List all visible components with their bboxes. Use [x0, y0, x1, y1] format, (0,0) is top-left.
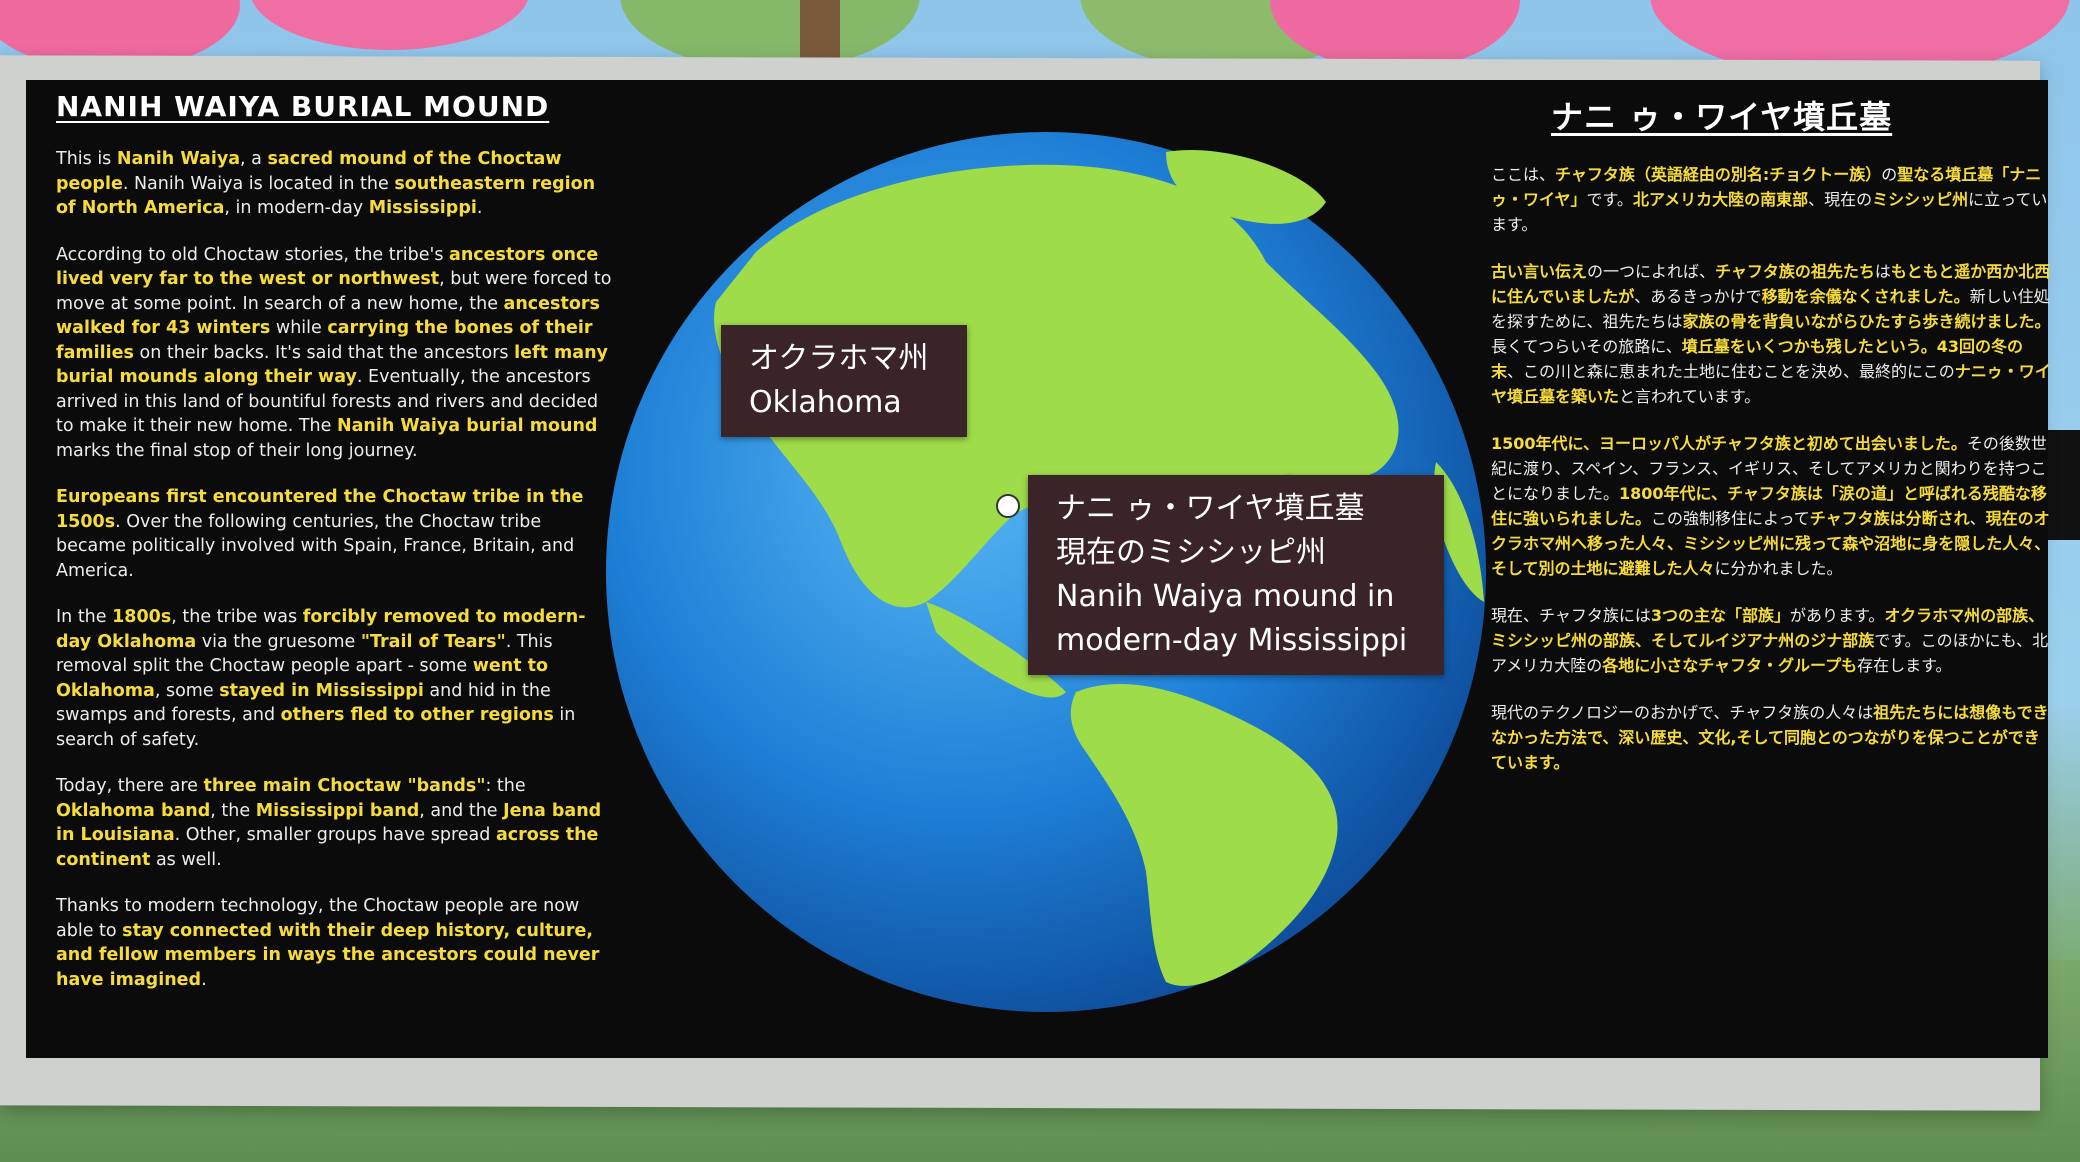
highlighted-text: 墳丘墓をいくつかも残したという。 — [1681, 337, 1937, 356]
highlighted-text: 古い言い伝え — [1491, 262, 1588, 281]
body-text: . Other, smaller groups have spread — [174, 825, 496, 845]
body-text: 、現在の — [1808, 190, 1873, 209]
japanese-paragraphs: ここは、チャフタ族（英語経由の別名:チョクトー族）の聖なる墳丘墓「ナニゥ・ワイヤ… — [1491, 162, 2051, 775]
body-text: の一つによれば、 — [1587, 262, 1716, 281]
highlighted-text: 各地に小さなチャフタ・グループも — [1602, 656, 1858, 675]
paragraph: 1500年代に、ヨーロッパ人がチャフタ族と初めて出会いました。その後数世紀に渡り… — [1491, 431, 2051, 581]
japanese-title: ナニ ゥ・ワイヤ墳丘墓 — [1551, 98, 1893, 136]
mound-label-ja-1: ナニ ゥ・ワイヤ墳丘墓 — [1056, 491, 1365, 526]
highlighted-text: 移動を余儀なくされました。 — [1761, 287, 1970, 306]
body-text: . Over the following centuries, the Choc… — [56, 511, 575, 581]
paragraph: According to old Choctaw stories, the tr… — [56, 243, 616, 464]
body-text: の — [1881, 165, 1898, 184]
body-text: In the — [56, 607, 113, 627]
paragraph: In the 1800s, the tribe was forcibly rem… — [56, 605, 616, 752]
body-text: があります。 — [1789, 606, 1885, 625]
body-text: , some — [154, 680, 220, 701]
body-text: 現代のテクノロジーのおかげで、チャフタ族の人々は — [1491, 703, 1874, 722]
body-text: この強制移住によって — [1651, 509, 1810, 528]
adjacent-board — [2048, 430, 2080, 540]
highlighted-text: three main Choctaw "bands" — [203, 776, 486, 796]
highlighted-text: 1500年代に、ヨーロッパ人がチャフタ族と初めて出会いました。 — [1491, 434, 1967, 453]
paragraph: This is Nanih Waiya, a sacred mound of t… — [56, 147, 616, 221]
highlighted-text: 3つの主な「部族」 — [1650, 606, 1790, 625]
body-text: . — [201, 969, 207, 990]
info-board: NANIH WAIYA BURIAL MOUND This is Nanih W… — [26, 80, 2051, 1058]
body-text: 、この川と森に恵まれた土地に住むことを決め、最終的にこの — [1507, 362, 1955, 381]
highlighted-text: 家族の骨を背負いながらひたすら歩き続けました。 — [1682, 312, 2051, 331]
highlighted-text: チャフタ族の祖先たち — [1715, 262, 1875, 281]
highlighted-text: ミシシッピ州 — [1872, 190, 1969, 209]
body-text: , a — [240, 149, 268, 169]
body-text: This is — [56, 149, 117, 169]
paragraph: ここは、チャフタ族（英語経由の別名:チョクトー族）の聖なる墳丘墓「ナニゥ・ワイヤ… — [1491, 162, 2051, 237]
highlighted-text: stay connected with their deep history, … — [56, 920, 600, 990]
body-text: as well. — [150, 849, 222, 870]
body-text: と言われています。 — [1619, 387, 1761, 406]
body-text: です。 — [1586, 190, 1633, 209]
body-text: Today, there are — [56, 776, 204, 796]
game-scene: NANIH WAIYA BURIAL MOUND This is Nanih W… — [0, 0, 2080, 1162]
oklahoma-label: オクラホマ州 Oklahoma — [721, 325, 967, 437]
body-text: marks the final stop of their long journ… — [56, 440, 418, 461]
body-text: : the — [485, 776, 526, 796]
body-text: while — [270, 318, 328, 338]
highlighted-text: Nanih Waiya burial mound — [336, 416, 598, 436]
mound-label-en-1: Nanih Waiya mound in — [1056, 579, 1395, 614]
body-text: According to old Choctaw stories, the tr… — [56, 244, 450, 265]
body-text: , the — [210, 800, 256, 821]
body-text: 長くてつらいその旅路に、 — [1491, 337, 1682, 356]
highlighted-text: Oklahoma band — [56, 800, 211, 821]
paragraph: Europeans first encountered the Choctaw … — [56, 485, 616, 583]
mound-label: ナニ ゥ・ワイヤ墳丘墓 現在のミシシッピ州 Nanih Waiya mound … — [1028, 475, 1444, 675]
english-paragraphs: This is Nanih Waiya, a sacred mound of t… — [56, 147, 616, 992]
english-title: NANIH WAIYA BURIAL MOUND — [56, 90, 550, 123]
body-text: ここは、 — [1491, 165, 1556, 184]
highlighted-text: stayed in Mississippi — [219, 680, 424, 701]
body-text: 、 — [1969, 509, 1986, 528]
body-text: に分かれました。 — [1714, 559, 1843, 578]
highlighted-text: others fled to other regions — [280, 705, 554, 725]
body-text: on their backs. It's said that the ances… — [133, 342, 515, 363]
body-text: 存在します。 — [1857, 656, 1952, 675]
highlighted-text: Mississippi — [368, 198, 477, 218]
highlighted-text: "Trail of Tears" — [360, 631, 506, 652]
english-panel: NANIH WAIYA BURIAL MOUND This is Nanih W… — [56, 90, 616, 1014]
oklahoma-label-ja: オクラホマ州 — [749, 341, 929, 376]
paragraph: 現在、チャフタ族には3つの主な「部族」があります。オクラホマ州の部族、ミシシッピ… — [1491, 603, 2051, 678]
body-text: , in modern-day — [224, 198, 369, 218]
oklahoma-marker[interactable] — [996, 494, 1020, 518]
highlighted-text: 1800s — [112, 607, 172, 627]
highlighted-text: チャフタ族（英語経由の別名:チョクトー族） — [1555, 165, 1882, 184]
body-text: 現在、チャフタ族には — [1491, 606, 1651, 625]
highlighted-text: Mississippi band — [255, 800, 420, 821]
pink-blossom-tree — [250, 0, 530, 50]
paragraph: 現代のテクノロジーのおかげで、チャフタ族の人々は祖先たちには想像もできなかった方… — [1491, 700, 2051, 775]
mound-label-en-2: modern-day Mississippi — [1056, 623, 1408, 658]
body-text: は — [1874, 262, 1891, 281]
paragraph: Thanks to modern technology, the Choctaw… — [56, 894, 616, 992]
oklahoma-label-en: Oklahoma — [749, 385, 902, 420]
body-text: , and the — [419, 800, 504, 821]
body-text: , the tribe was — [171, 607, 303, 627]
paragraph: Today, there are three main Choctaw "ban… — [56, 774, 616, 872]
highlighted-text: 北アメリカ大陸の南東部 — [1632, 190, 1809, 209]
body-text: via the gruesome — [196, 631, 361, 652]
japanese-panel: ナニ ゥ・ワイヤ墳丘墓 ここは、チャフタ族（英語経由の別名:チョクトー族）の聖な… — [1491, 92, 2051, 797]
paragraph: 古い言い伝えの一つによれば、チャフタ族の祖先たちはもともと遥か西か北西に住んでい… — [1491, 259, 2051, 409]
highlighted-text: チャフタ族は分断され — [1809, 509, 1970, 528]
mound-label-ja-2: 現在のミシシッピ州 — [1056, 535, 1326, 570]
highlighted-text: Nanih Waiya — [116, 149, 241, 169]
body-text: . — [476, 198, 483, 218]
body-text: 、あるきっかけで — [1634, 287, 1762, 306]
body-text: . Nanih Waiya is located in the — [122, 173, 395, 194]
